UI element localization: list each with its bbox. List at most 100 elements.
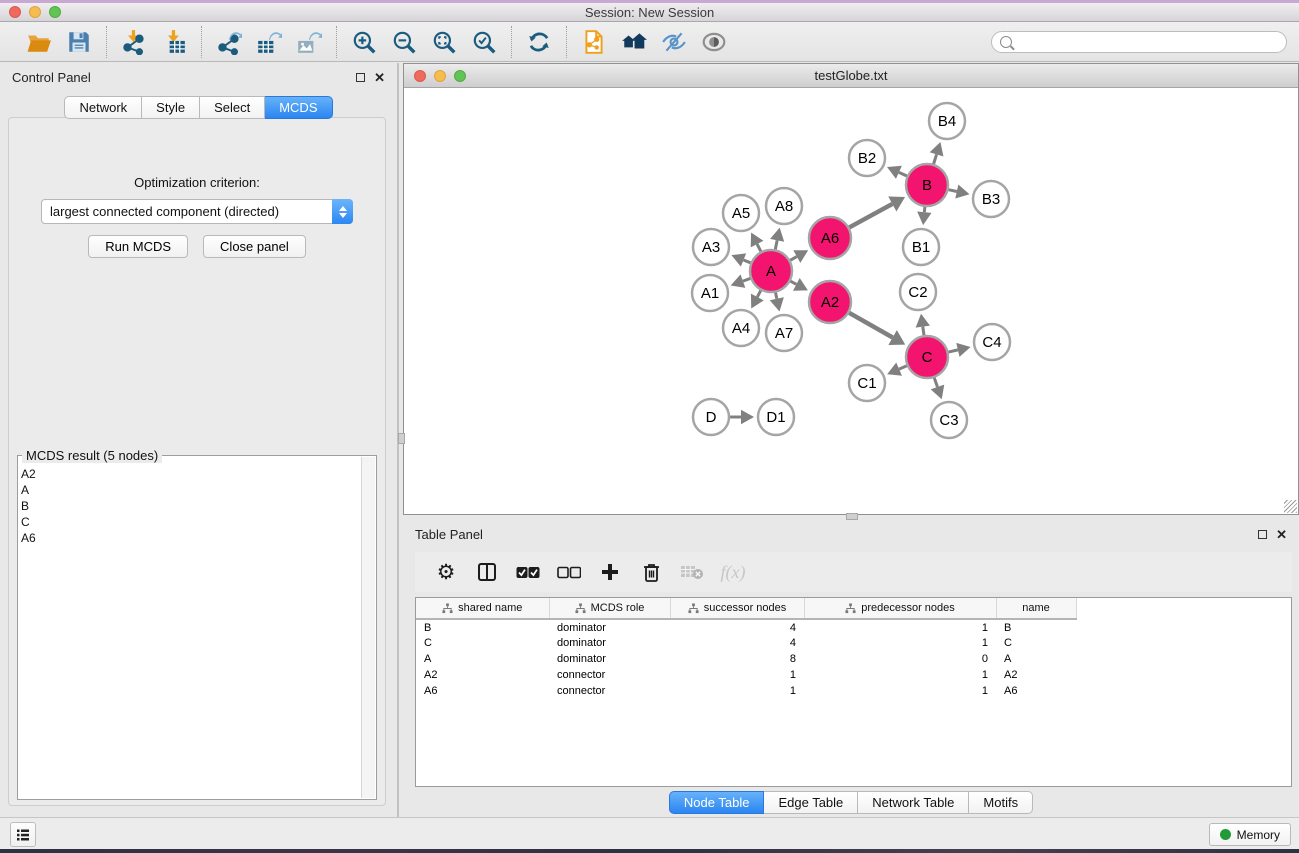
- cell[interactable]: A: [996, 651, 1076, 667]
- edge-A-A5[interactable]: [757, 244, 761, 251]
- cell[interactable]: dominator: [549, 619, 670, 635]
- cell[interactable]: 1: [804, 635, 996, 651]
- save-session-button[interactable]: [64, 27, 94, 57]
- result-item-B[interactable]: B: [21, 498, 360, 514]
- graph-node-D[interactable]: D: [693, 399, 729, 435]
- cell[interactable]: 1: [804, 667, 996, 683]
- edge-C-C3[interactable]: [934, 378, 937, 387]
- home-button[interactable]: [619, 27, 649, 57]
- edge-A-A7[interactable]: [776, 293, 777, 299]
- edge-B-B4[interactable]: [934, 154, 937, 164]
- tab-edge-table[interactable]: Edge Table: [764, 791, 858, 814]
- export-image-button[interactable]: [294, 27, 324, 57]
- delete-column-button[interactable]: [638, 559, 664, 585]
- export-table-button[interactable]: [254, 27, 284, 57]
- memory-button[interactable]: Memory: [1209, 823, 1291, 846]
- edge-C-C4[interactable]: [948, 350, 957, 352]
- cell[interactable]: C: [996, 635, 1076, 651]
- tab-network-table[interactable]: Network Table: [858, 791, 969, 814]
- column-header-shared-name[interactable]: shared name: [416, 598, 549, 619]
- cell[interactable]: 4: [670, 619, 804, 635]
- show-columns-button[interactable]: [474, 559, 500, 585]
- edge-A-A3[interactable]: [743, 260, 750, 263]
- graph-node-D1[interactable]: D1: [758, 399, 794, 435]
- run-mcds-button[interactable]: Run MCDS: [88, 235, 188, 258]
- add-column-button[interactable]: [597, 559, 623, 585]
- table-options-gear-button[interactable]: ⚙: [433, 559, 459, 585]
- column-header-MCDS-role[interactable]: MCDS role: [549, 598, 670, 619]
- graph-node-C4[interactable]: C4: [974, 324, 1010, 360]
- graph-node-B[interactable]: B: [906, 164, 948, 206]
- zoom-fit-button[interactable]: [429, 27, 459, 57]
- zoom-selected-button[interactable]: [469, 27, 499, 57]
- edge-A-A8[interactable]: [775, 240, 777, 249]
- graph-node-A[interactable]: A: [750, 250, 792, 292]
- zoom-out-button[interactable]: [389, 27, 419, 57]
- graph-node-A1[interactable]: A1: [692, 275, 728, 311]
- cell[interactable]: 4: [670, 635, 804, 651]
- result-item-A2[interactable]: A2: [21, 466, 360, 482]
- deselect-all-button[interactable]: [556, 559, 582, 585]
- cell[interactable]: 1: [670, 683, 804, 699]
- table-row[interactable]: Bdominator41B: [416, 619, 1076, 635]
- cell[interactable]: C: [416, 635, 549, 651]
- cell[interactable]: 8: [670, 651, 804, 667]
- criterion-select[interactable]: largest connected component (directed): [41, 199, 353, 224]
- graph-node-A8[interactable]: A8: [766, 188, 802, 224]
- cell[interactable]: connector: [549, 667, 670, 683]
- left-scroll-handle[interactable]: [398, 433, 405, 444]
- edge-A-A2[interactable]: [790, 281, 796, 284]
- graph-node-C[interactable]: C: [906, 336, 948, 378]
- resize-grip-icon[interactable]: [1284, 500, 1297, 513]
- edge-B-B3[interactable]: [948, 190, 956, 192]
- edge-A6-B[interactable]: [849, 204, 892, 228]
- graph-node-A4[interactable]: A4: [723, 310, 759, 346]
- table-row[interactable]: Cdominator41C: [416, 635, 1076, 651]
- tab-motifs[interactable]: Motifs: [969, 791, 1033, 814]
- graph-node-A5[interactable]: A5: [723, 195, 759, 231]
- cell[interactable]: dominator: [549, 651, 670, 667]
- result-item-A6[interactable]: A6: [21, 530, 360, 546]
- graph-node-C2[interactable]: C2: [900, 274, 936, 310]
- search-input[interactable]: [1018, 35, 1278, 49]
- import-network-button[interactable]: [119, 27, 149, 57]
- cell[interactable]: connector: [549, 683, 670, 699]
- table-row[interactable]: A6connector11A6: [416, 683, 1076, 699]
- cell[interactable]: 1: [804, 683, 996, 699]
- tab-mcds[interactable]: MCDS: [265, 96, 332, 119]
- search-field[interactable]: [991, 31, 1287, 53]
- graph-node-B2[interactable]: B2: [849, 140, 885, 176]
- column-header-name[interactable]: name: [996, 598, 1076, 619]
- cell[interactable]: dominator: [549, 635, 670, 651]
- graph-node-B4[interactable]: B4: [929, 103, 965, 139]
- cell[interactable]: A6: [996, 683, 1076, 699]
- cell[interactable]: A2: [416, 667, 549, 683]
- edge-C-C2[interactable]: [923, 327, 924, 336]
- graph-node-B3[interactable]: B3: [973, 181, 1009, 217]
- cell[interactable]: 1: [670, 667, 804, 683]
- graph-node-B1[interactable]: B1: [903, 229, 939, 265]
- network-canvas[interactable]: B4B2BB3A8A5A6A3B1AA1C2A2A4A7C4CC1DD1C3: [404, 89, 1298, 514]
- refresh-button[interactable]: [524, 27, 554, 57]
- open-session-button[interactable]: [24, 27, 54, 57]
- graph-node-C1[interactable]: C1: [849, 365, 885, 401]
- graph-node-C3[interactable]: C3: [931, 402, 967, 438]
- edge-A-A1[interactable]: [743, 278, 750, 281]
- edge-B-B1[interactable]: [924, 207, 925, 212]
- table-row[interactable]: Adominator80A: [416, 651, 1076, 667]
- graph-node-A6[interactable]: A6: [809, 217, 851, 259]
- close-panel-button[interactable]: Close panel: [203, 235, 306, 258]
- edge-B-B2[interactable]: [899, 172, 907, 176]
- graph-node-A2[interactable]: A2: [809, 281, 851, 323]
- tab-node-table[interactable]: Node Table: [669, 791, 765, 814]
- close-table-panel-icon[interactable]: ✕: [1276, 528, 1287, 541]
- graph-node-A3[interactable]: A3: [693, 229, 729, 265]
- task-history-button[interactable]: [10, 822, 36, 847]
- cell[interactable]: 1: [804, 619, 996, 635]
- show-graphics-details-button[interactable]: [699, 27, 729, 57]
- edge-A-A6[interactable]: [790, 257, 797, 261]
- new-network-from-file-button[interactable]: [579, 27, 609, 57]
- float-table-panel-icon[interactable]: [1258, 530, 1267, 539]
- zoom-in-button[interactable]: [349, 27, 379, 57]
- cell[interactable]: B: [416, 619, 549, 635]
